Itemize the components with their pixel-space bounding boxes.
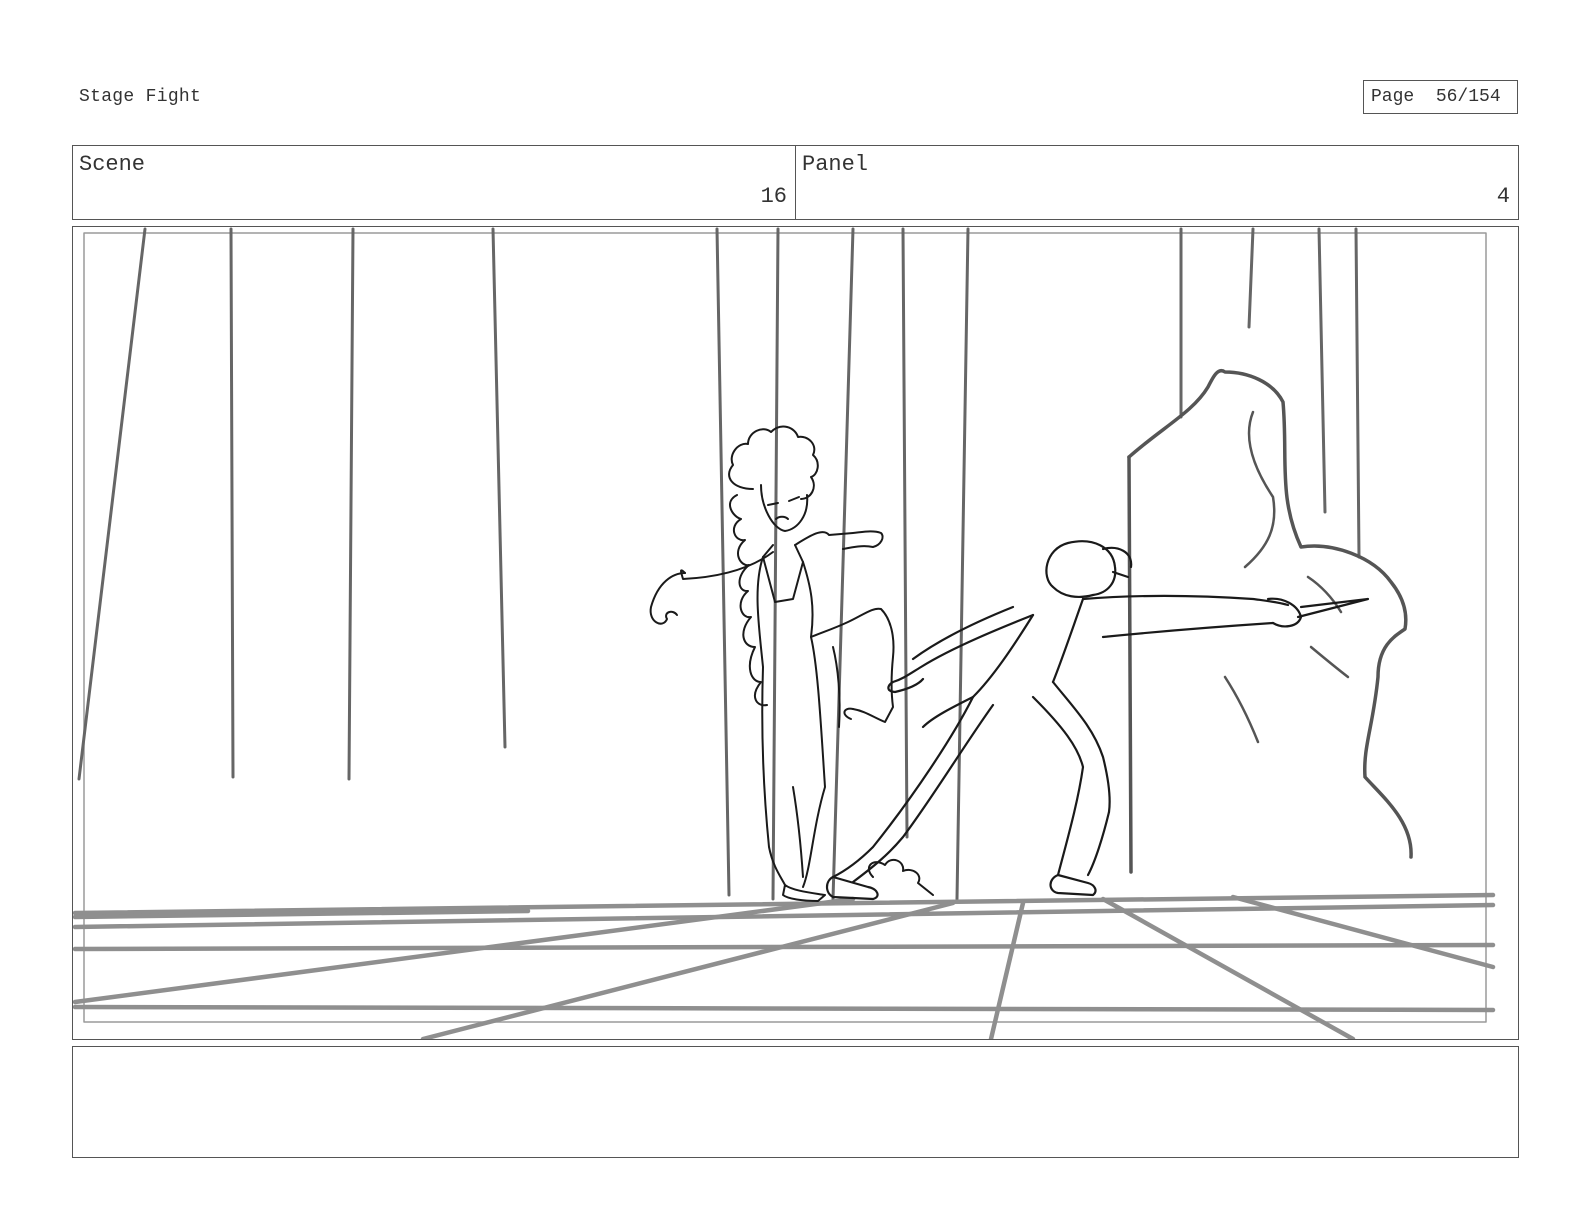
- scene-panel-header: Scene 16 Panel 4: [72, 145, 1519, 220]
- stage-curtains: [77, 227, 1361, 901]
- page-label: Page: [1371, 87, 1415, 107]
- rock-prop: [1127, 369, 1413, 874]
- panel-cell: Panel 4: [795, 146, 1518, 219]
- panel-number: 4: [1496, 184, 1510, 209]
- page-indicator: Page 56/154: [1363, 80, 1518, 114]
- scene-label: Scene: [79, 152, 146, 177]
- scene-number: 16: [760, 184, 787, 209]
- panel-sketch: [73, 227, 1496, 1039]
- document-title: Stage Fight: [79, 87, 202, 107]
- scene-cell: Scene 16: [73, 146, 795, 219]
- stage-floor: [73, 892, 1496, 1039]
- panel-notes: [72, 1046, 1519, 1158]
- page-number: 56/154: [1435, 87, 1501, 107]
- figure-fencer: [825, 540, 1370, 901]
- figure-kicker: [649, 425, 934, 902]
- panel-label: Panel: [802, 152, 869, 177]
- storyboard-panel: [72, 226, 1519, 1040]
